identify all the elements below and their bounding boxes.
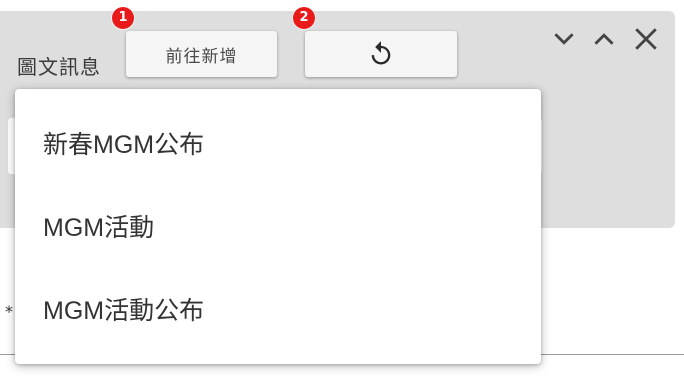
- screen: 圖文訊息 前往新增 1 2 * 新春MGM公布 MGM活動 MGM活動公布: [0, 0, 684, 384]
- refresh-icon: [367, 40, 395, 68]
- panel-title: 圖文訊息: [17, 55, 101, 79]
- required-marker: *: [5, 302, 13, 321]
- go-add-button[interactable]: 前往新增: [126, 31, 277, 77]
- refresh-button[interactable]: [305, 31, 457, 77]
- message-dropdown-menu: 新春MGM公布 MGM活動 MGM活動公布: [15, 89, 541, 364]
- step-badge-2: 2: [293, 7, 315, 29]
- close-icon[interactable]: [633, 26, 659, 52]
- dropdown-option[interactable]: MGM活動: [15, 196, 541, 256]
- step-badge-1: 1: [112, 7, 134, 29]
- chevron-up-icon[interactable]: [591, 26, 617, 52]
- dropdown-option[interactable]: MGM活動公布: [15, 279, 541, 339]
- chevron-down-icon[interactable]: [551, 26, 577, 52]
- dropdown-option[interactable]: 新春MGM公布: [15, 113, 541, 173]
